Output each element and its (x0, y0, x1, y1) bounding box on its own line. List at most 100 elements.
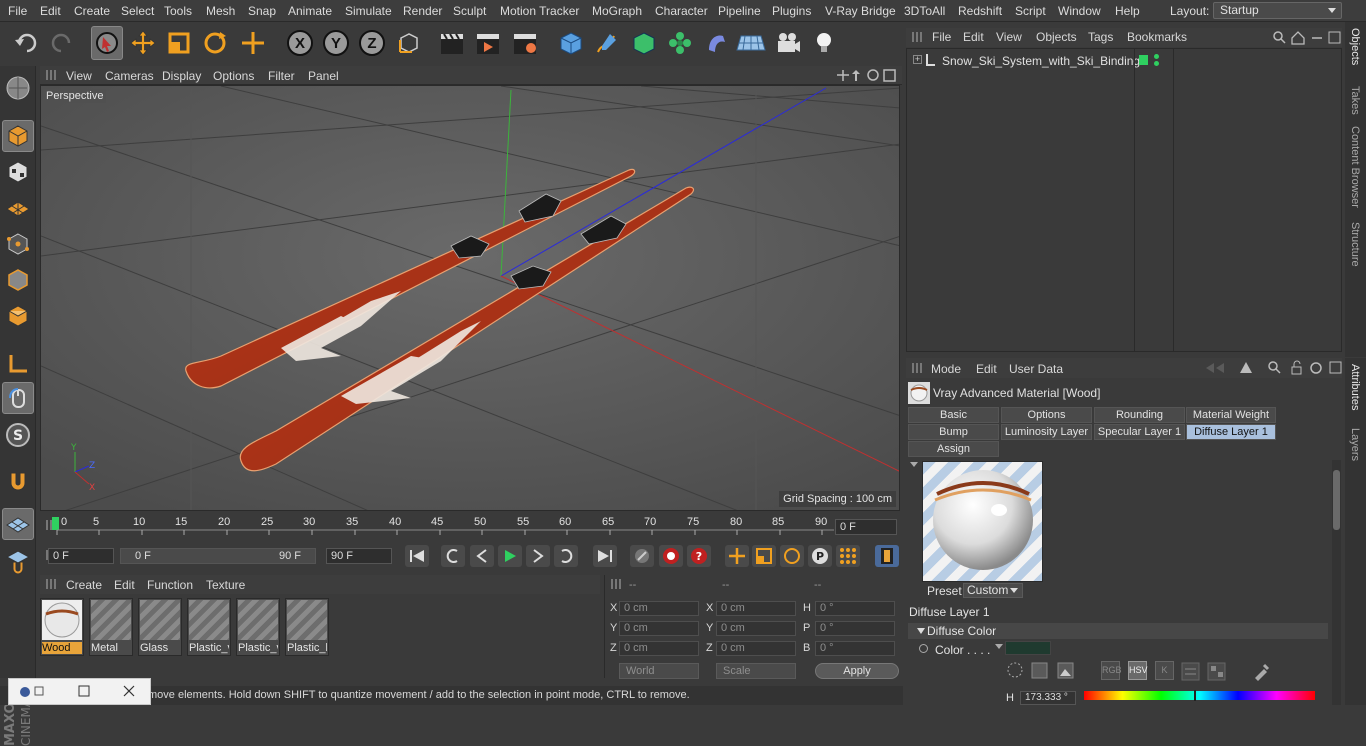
tab-material-weight[interactable]: Material Weight (1186, 407, 1276, 423)
hue-slider-handle[interactable] (1194, 690, 1196, 701)
menu-mograph[interactable]: MoGraph (592, 4, 642, 18)
live-selection-tool[interactable] (91, 26, 123, 60)
key-rotation-button[interactable] (780, 545, 804, 567)
next-frame-button[interactable] (526, 545, 550, 567)
tab-diffuse-layer-1[interactable]: Diffuse Layer 1 (1186, 424, 1276, 440)
solo-button[interactable]: S (2, 419, 34, 451)
previous-frame-button[interactable] (470, 545, 494, 567)
object-menu-objects[interactable]: Objects (1036, 30, 1077, 44)
material-menu-function[interactable]: Function (147, 578, 193, 592)
camera-button[interactable] (772, 26, 804, 60)
viewport-menu-cameras[interactable]: Cameras (105, 69, 154, 83)
tab-basic[interactable]: Basic (908, 407, 999, 423)
object-menu-edit[interactable]: Edit (963, 30, 984, 44)
tweak-mode-button[interactable] (2, 382, 34, 414)
position-x-field[interactable]: 0 cm (619, 601, 699, 616)
axis-mode-button[interactable] (2, 348, 34, 380)
menu-edit[interactable]: Edit (40, 4, 61, 18)
animate-radio-icon[interactable] (919, 644, 928, 653)
keyframe-selection-button[interactable]: ? (687, 545, 711, 567)
position-z-field[interactable]: 0 cm (619, 641, 699, 656)
menu-tools[interactable]: Tools (164, 4, 192, 18)
visibility-tag-icon[interactable] (1139, 55, 1148, 65)
menu-render[interactable]: Render (403, 4, 442, 18)
object-manager-tool-icons[interactable] (1272, 30, 1342, 46)
end-frame-field[interactable]: 90 F (326, 548, 392, 564)
material-plastic-3[interactable]: Plastic_b (285, 598, 329, 656)
quantize-button[interactable] (2, 546, 34, 578)
material-wood[interactable]: Wood (40, 598, 84, 656)
menu-vray-bridge[interactable]: V-Ray Bridge (825, 4, 896, 18)
key-pla-button[interactable] (836, 545, 860, 567)
group-diffuse-color[interactable]: Diffuse Color (908, 623, 1328, 639)
rgb-mode-button[interactable]: RGB (1101, 661, 1120, 680)
menu-file[interactable]: File (8, 4, 27, 18)
material-preview[interactable] (922, 461, 1043, 582)
menu-pipeline[interactable]: Pipeline (718, 4, 761, 18)
edges-mode-button[interactable] (2, 264, 34, 296)
rotation-p-field[interactable]: 0 ° (815, 621, 895, 636)
timeline-ruler[interactable]: 0 5 10 15 20 25 30 35 40 45 50 55 60 65 … (40, 511, 902, 541)
collapse-icon[interactable] (910, 462, 918, 467)
position-y-field[interactable]: 0 cm (619, 621, 699, 636)
menu-sculpt[interactable]: Sculpt (453, 4, 486, 18)
menu-animate[interactable]: Animate (288, 4, 332, 18)
attr-menu-edit[interactable]: Edit (976, 362, 997, 376)
render-visibility-dot[interactable] (1154, 61, 1159, 66)
material-metal[interactable]: Metal (89, 598, 133, 656)
model-mode-button[interactable] (2, 120, 34, 152)
x-axis-lock[interactable]: X (284, 26, 316, 60)
points-mode-button[interactable] (2, 228, 34, 260)
viewport-menu-panel[interactable]: Panel (308, 69, 339, 83)
deformer-button[interactable] (700, 26, 732, 60)
next-key-button[interactable] (554, 545, 578, 567)
apply-button[interactable]: Apply (815, 663, 899, 679)
key-scale-button[interactable] (752, 545, 776, 567)
coordinate-mode-select[interactable]: Scale (716, 663, 796, 679)
coordinate-space-select[interactable]: World (619, 663, 699, 679)
floor-button[interactable] (735, 26, 767, 60)
hue-value-field[interactable]: 173.333 ° (1020, 691, 1076, 705)
viewport-nav-icons[interactable] (836, 68, 900, 83)
attr-menu-mode[interactable]: Mode (931, 362, 961, 376)
editor-visibility-dot[interactable] (1154, 54, 1159, 59)
color-mixer-icons[interactable] (1180, 661, 1250, 681)
size-y-field[interactable]: 0 cm (716, 621, 796, 636)
preset-select[interactable]: Custom (963, 583, 1023, 598)
y-axis-lock[interactable]: Y (320, 26, 352, 60)
viewport-menu-filter[interactable]: Filter (268, 69, 295, 83)
play-button[interactable] (498, 545, 522, 567)
polygons-mode-button[interactable] (2, 300, 34, 332)
material-menu-create[interactable]: Create (66, 578, 102, 592)
tab-structure[interactable]: Structure (1349, 222, 1361, 267)
workplane-snap-button[interactable] (2, 508, 34, 540)
kelvin-mode-button[interactable]: K (1155, 661, 1174, 680)
layout-select[interactable]: Startup (1213, 2, 1342, 19)
tab-takes[interactable]: Takes (1349, 86, 1361, 115)
menu-snap[interactable]: Snap (248, 4, 276, 18)
coordinate-system-button[interactable] (393, 26, 425, 60)
tab-attributes[interactable]: Attributes (1349, 364, 1361, 410)
tab-layers[interactable]: Layers (1349, 428, 1361, 461)
rotation-b-field[interactable]: 0 ° (815, 641, 895, 656)
viewport-menu-display[interactable]: Display (162, 69, 201, 83)
menu-3dtoall[interactable]: 3DToAll (904, 4, 945, 18)
menu-window[interactable]: Window (1058, 4, 1101, 18)
undo-button[interactable] (10, 26, 42, 60)
autokeying-button[interactable] (659, 545, 683, 567)
light-button[interactable] (808, 26, 840, 60)
attributes-scrollbar[interactable] (1332, 460, 1341, 705)
snap-button[interactable] (2, 466, 34, 498)
menu-simulate[interactable]: Simulate (345, 4, 392, 18)
attr-menu-user-data[interactable]: User Data (1009, 362, 1063, 376)
tab-content-browser[interactable]: Content Browser (1349, 126, 1361, 208)
subdivision-surface-button[interactable] (628, 26, 660, 60)
current-frame-field[interactable]: 0 F (835, 519, 897, 535)
size-x-field[interactable]: 0 cm (716, 601, 796, 616)
tab-luminosity-layer[interactable]: Luminosity Layer (1001, 424, 1092, 440)
object-menu-bookmarks[interactable]: Bookmarks (1127, 30, 1187, 44)
menu-help[interactable]: Help (1115, 4, 1140, 18)
redo-button[interactable] (46, 26, 78, 60)
viewport-menu-view[interactable]: View (66, 69, 92, 83)
attribute-manager-tool-icons[interactable] (1204, 360, 1342, 376)
